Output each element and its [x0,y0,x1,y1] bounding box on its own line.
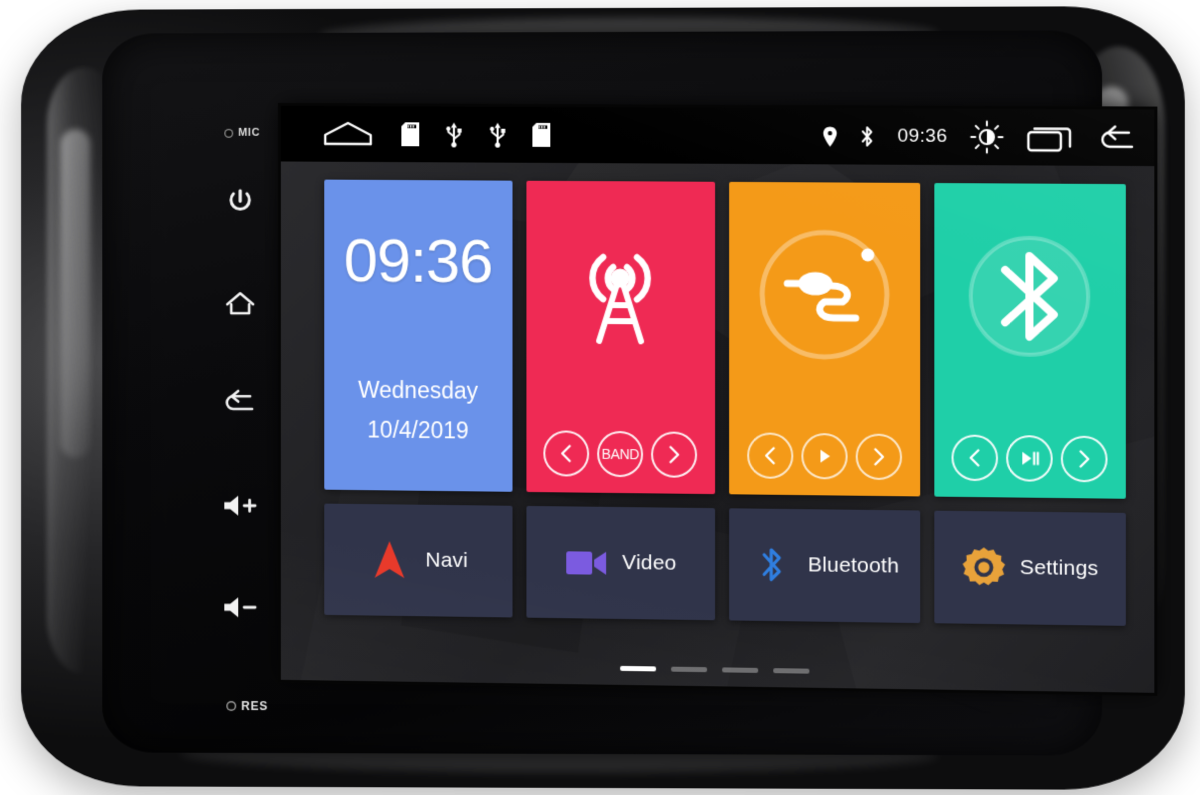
chevron-left-icon [761,446,779,466]
video-camera-icon [564,540,608,584]
aux-widget-controls [729,432,920,481]
radio-tower-icon [590,253,652,344]
device-gloss-left-inner [60,129,91,458]
volume-up-button[interactable] [198,492,283,520]
bt-prev-button[interactable] [951,434,999,482]
volume-down-icon [224,597,260,618]
home-screen-wallpaper: 09:36 Wednesday 10/4/2019 BAND Navi Vide… [280,161,1155,693]
reset-label: RES [241,699,269,714]
aux-prev-button[interactable] [747,432,794,479]
bluetooth-icon [750,543,794,588]
radio-widget-controls: BAND [526,430,715,478]
shortcut-navi-label: Navi [425,548,468,573]
clock-widget[interactable]: 09:36 Wednesday 10/4/2019 [324,179,513,492]
home-icon [226,292,256,318]
bluetooth-widget-controls [934,434,1126,483]
shortcut-navi[interactable]: Navi [324,503,513,618]
back-button[interactable] [198,388,283,416]
bluetooth-icon [949,215,1111,377]
play-icon [820,449,830,463]
sd-card-icon [401,122,420,147]
status-bar-left-icons [281,119,551,150]
aux-cable-icon [743,212,906,376]
chevron-left-icon [966,448,984,468]
page-dot[interactable] [772,668,809,674]
aux-next-button[interactable] [855,433,902,481]
device-front-panel: MIC RES 09:36 09:36 Wednesday 10/4/2019 … [102,30,1155,756]
radio-band-button[interactable]: BAND [597,430,644,478]
microphone-label: MIC [238,126,261,139]
head-unit-device: MIC RES 09:36 09:36 Wednesday 10/4/2019 … [21,6,1185,790]
status-bar: 09:36 [280,105,1155,167]
chevron-left-icon [558,443,576,463]
page-dot[interactable] [721,667,758,673]
bluetooth-widget[interactable] [933,183,1126,499]
back-icon[interactable] [1095,122,1138,152]
reset-hole-icon [226,701,237,712]
page-indicator [281,661,1154,679]
widget-tiles-row: 09:36 Wednesday 10/4/2019 BAND [324,179,1126,499]
shortcut-settings[interactable]: Settings [933,510,1126,626]
shortcut-bluetooth-label: Bluetooth [807,553,900,578]
radio-band-label: BAND [601,445,640,463]
aux-play-button[interactable] [801,432,848,480]
usb-icon [489,122,507,148]
chevron-right-icon [869,447,887,467]
shortcut-video[interactable]: Video [525,505,716,621]
back-arrow-icon [222,388,258,416]
status-bar-clock: 09:36 [897,125,948,147]
gear-icon [961,545,1006,590]
shortcut-video-label: Video [622,551,677,575]
microphone-indicator: MIC [199,127,284,139]
bt-next-button[interactable] [1060,435,1108,483]
power-button[interactable] [198,187,283,217]
clock-widget-day: Wednesday [358,376,479,404]
clock-widget-time: 09:36 [343,226,493,297]
radio-next-button[interactable] [651,431,698,478]
microphone-hole-icon [224,128,234,138]
volume-down-button[interactable] [198,593,283,621]
aux-widget[interactable] [729,181,920,497]
touchscreen-display[interactable]: 09:36 09:36 Wednesday 10/4/2019 BAND Nav… [280,105,1155,693]
status-bar-right-icons: 09:36 [823,108,1138,166]
home-button[interactable] [198,288,283,318]
navigation-arrow-icon [368,538,412,582]
chevron-right-icon [669,445,680,464]
bluetooth-widget-art [934,207,1126,385]
power-icon [230,189,252,212]
reset-button[interactable]: RES [199,699,294,713]
usb-icon [445,122,463,148]
shortcut-settings-label: Settings [1019,555,1099,581]
radio-widget[interactable]: BAND [525,180,716,495]
volume-up-icon [224,492,260,520]
brightness-icon[interactable] [970,120,1004,154]
bt-playpause-button[interactable] [1006,435,1053,482]
sd-card-icon [532,122,551,147]
page-dot[interactable] [670,666,707,673]
radio-widget-art [526,205,715,381]
bluetooth-icon [860,125,875,147]
clock-widget-date: 10/4/2019 [367,416,469,444]
play-pause-icon [1022,451,1040,466]
radio-prev-button[interactable] [543,430,590,477]
aux-widget-art [729,206,920,383]
chevron-right-icon [1075,449,1093,469]
screenshot-root: MIC RES 09:36 09:36 Wednesday 10/4/2019 … [0,0,1200,795]
location-pin-icon [823,126,838,147]
shortcut-bluetooth[interactable]: Bluetooth [729,508,920,624]
bezel-control-column: MIC RES [198,111,283,719]
page-dot[interactable] [619,665,656,672]
recents-icon[interactable] [1026,122,1073,152]
home-icon[interactable] [320,119,375,149]
shortcuts-row: Navi Video Bluetooth Settings [324,503,1126,626]
